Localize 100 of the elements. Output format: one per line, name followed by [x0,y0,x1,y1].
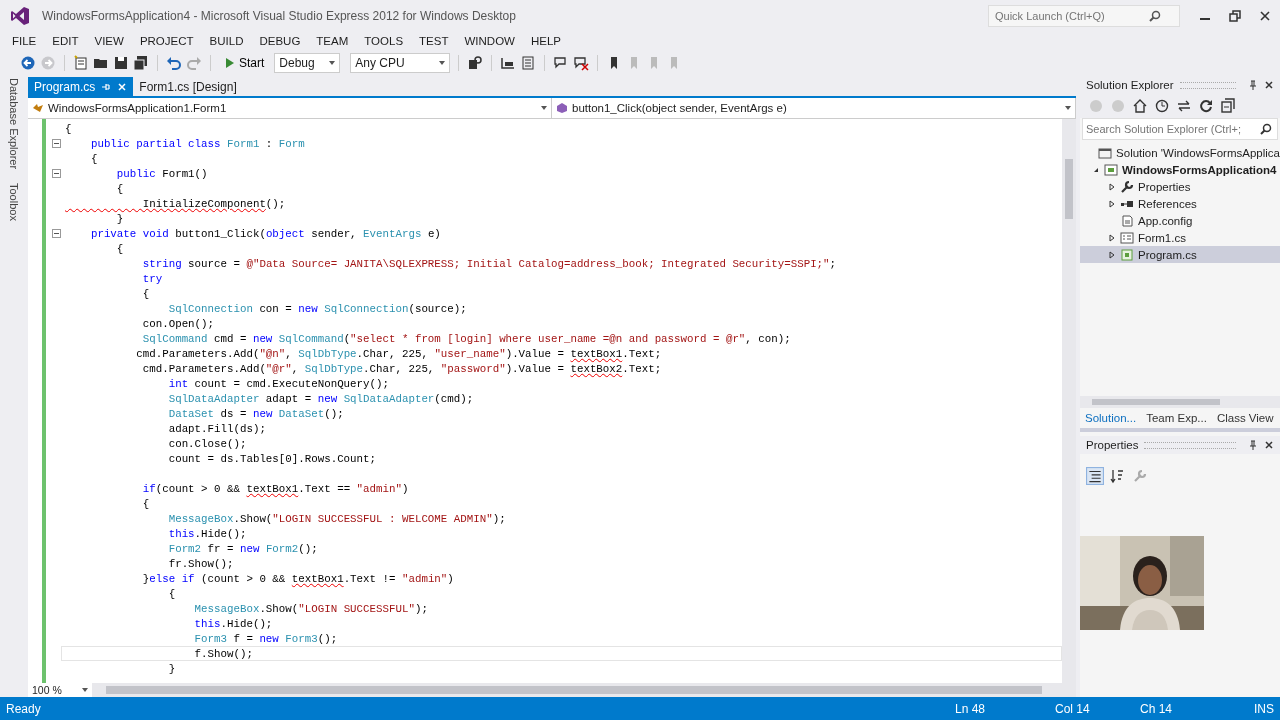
expand-arrow-icon[interactable] [1108,182,1116,191]
horizontal-scrollbar[interactable] [1080,396,1280,408]
save-icon[interactable] [113,55,129,71]
status-message: Ready [6,701,41,716]
undo-icon[interactable] [166,55,182,71]
tree-item[interactable]: Properties [1080,178,1280,195]
close-icon[interactable] [1264,440,1274,450]
collapse-icon[interactable] [52,169,61,178]
restore-icon[interactable] [1229,10,1241,22]
code-line: cmd.Parameters.Add("@n", SqlDbType.Char, 225, "user_name").Value = textBox1.Text; [135,346,663,361]
side-tab[interactable]: Database Explorer [8,78,20,170]
code-line: adapt.Fill(ds); [167,421,267,436]
code-line: this.Hide(); [193,616,274,631]
code-line: cmd.Parameters.Add("@r", SqlDbType.Char, 225, "password").Value = textBox2.Text; [141,361,663,376]
close-icon[interactable] [1264,80,1274,90]
menu-item[interactable]: PROJECT [131,35,202,47]
code-line: Form3 f = new Form3(); [193,631,339,646]
tree-item-label: WindowsFormsApplication4 [1122,163,1277,176]
categorized-icon[interactable] [1086,467,1104,485]
tree-item[interactable]: Form1.cs [1080,229,1280,246]
uncomment-icon[interactable] [573,55,590,71]
code-line: this.Hide(); [167,526,248,541]
pin-icon[interactable] [1248,80,1258,90]
type-dropdown[interactable]: WindowsFormsApplication1.Form1 [28,98,552,118]
tree-item[interactable]: Solution 'WindowsFormsApplica [1080,144,1280,161]
tree-item-label: Form1.cs [1138,231,1186,244]
panel-tab[interactable]: Class View [1211,412,1279,424]
tree-item-label: Program.cs [1138,248,1197,261]
tree-item[interactable]: WindowsFormsApplication4 [1080,161,1280,178]
expand-arrow-icon[interactable] [1108,250,1116,259]
menu-item[interactable]: EDIT [44,35,87,47]
sync-icon[interactable] [1176,98,1192,114]
code-line: DataSet ds = new DataSet(); [167,406,345,421]
panel-grip[interactable] [1144,441,1236,449]
code-line: if(count > 0 && textBox1.Text == "admin") [141,481,410,496]
code-line: SqlDataAdapter adapt = new SqlDataAdapter(cmd); [167,391,475,406]
menu-item[interactable]: VIEW [86,35,132,47]
platform-dropdown[interactable]: Any CPU [350,53,451,73]
vertical-scrollbar[interactable] [1062,119,1076,683]
configuration-dropdown[interactable]: Debug [274,53,341,73]
tree-item[interactable]: References [1080,195,1280,212]
document-tab[interactable]: Form1.cs [Design] [133,77,243,96]
code-line: SqlCommand cmd = new SqlCommand("select * from [login] where user_name =@n and password = @r", con); [141,331,792,346]
tree-item[interactable]: App.config [1080,212,1280,229]
history-icon[interactable] [1154,98,1170,114]
menu-item[interactable]: DEBUG [251,35,309,47]
code-line: public Form1() [115,166,209,181]
find-icon[interactable] [467,55,484,71]
member-dropdown[interactable]: button1_Click(object sender, EventArgs e) [552,98,1076,118]
menu-item[interactable]: WINDOW [456,35,523,47]
menu-item[interactable]: TEST [411,35,457,47]
quick-launch-box[interactable]: Quick Launch (Ctrl+Q) [988,5,1180,27]
code-line: MessageBox.Show("LOGIN SUCCESSFUL"); [193,601,429,616]
pin-icon[interactable] [101,81,112,92]
back-icon[interactable] [20,55,36,71]
panel-tab[interactable]: Solution... [1080,412,1142,424]
tree-item-label: References [1138,197,1197,210]
code-line: }else if (count > 0 && textBox1.Text != "admin") [141,571,455,586]
indent-icon[interactable] [500,55,517,71]
collapse-all-icon[interactable] [1220,98,1236,114]
code-line: InitializeComponent(); [141,196,287,211]
tree-item[interactable]: Program.cs [1080,246,1280,263]
close-icon[interactable] [1259,10,1271,22]
menu-item[interactable]: FILE [4,35,45,47]
tree-item-label: Properties [1138,180,1191,193]
document-tab[interactable]: Program.cs [28,77,134,96]
quick-launch-field[interactable]: Quick Launch (Ctrl+Q) [989,7,1149,25]
code-line: { [115,241,125,256]
start-button[interactable]: Start [219,54,271,72]
collapse-icon[interactable] [52,229,61,238]
code-line: { [141,286,151,301]
menu-item[interactable]: HELP [522,35,569,47]
code-line: con.Open(); [141,316,216,331]
zoom-dropdown[interactable]: 100 % [28,683,92,697]
alphabetical-icon[interactable] [1110,468,1126,484]
form-icon [1120,230,1134,245]
expand-arrow-icon[interactable] [1108,233,1116,242]
code-line: try [141,271,164,286]
search-icon[interactable] [1149,10,1161,22]
home-icon[interactable] [1132,98,1148,114]
refresh-icon[interactable] [1198,98,1214,114]
menu-item[interactable]: BUILD [201,35,252,47]
code-line: { [64,121,73,136]
panel-grip[interactable] [1179,81,1236,89]
menu-item[interactable]: TOOLS [356,35,412,47]
pin-icon[interactable] [1248,440,1258,450]
tree-item-label: Solution 'WindowsFormsApplica [1116,146,1280,159]
insert-mode: INS [1254,701,1274,716]
tree-item-label: App.config [1138,214,1193,227]
code-line: { [167,586,177,601]
expand-arrow-icon[interactable] [1108,199,1116,208]
save-all-icon[interactable] [133,55,149,71]
menu-item[interactable]: TEAM [308,35,357,47]
code-line: } [167,661,177,676]
panel-tab[interactable]: Team Exp... [1141,412,1212,424]
class-icon [32,102,44,114]
search-icon[interactable] [1260,123,1272,135]
side-tab[interactable]: Toolbox [8,183,20,222]
collapse-icon[interactable] [52,139,61,148]
search-box[interactable]: Search Solution Explorer (Ctrl+; [1082,118,1278,140]
